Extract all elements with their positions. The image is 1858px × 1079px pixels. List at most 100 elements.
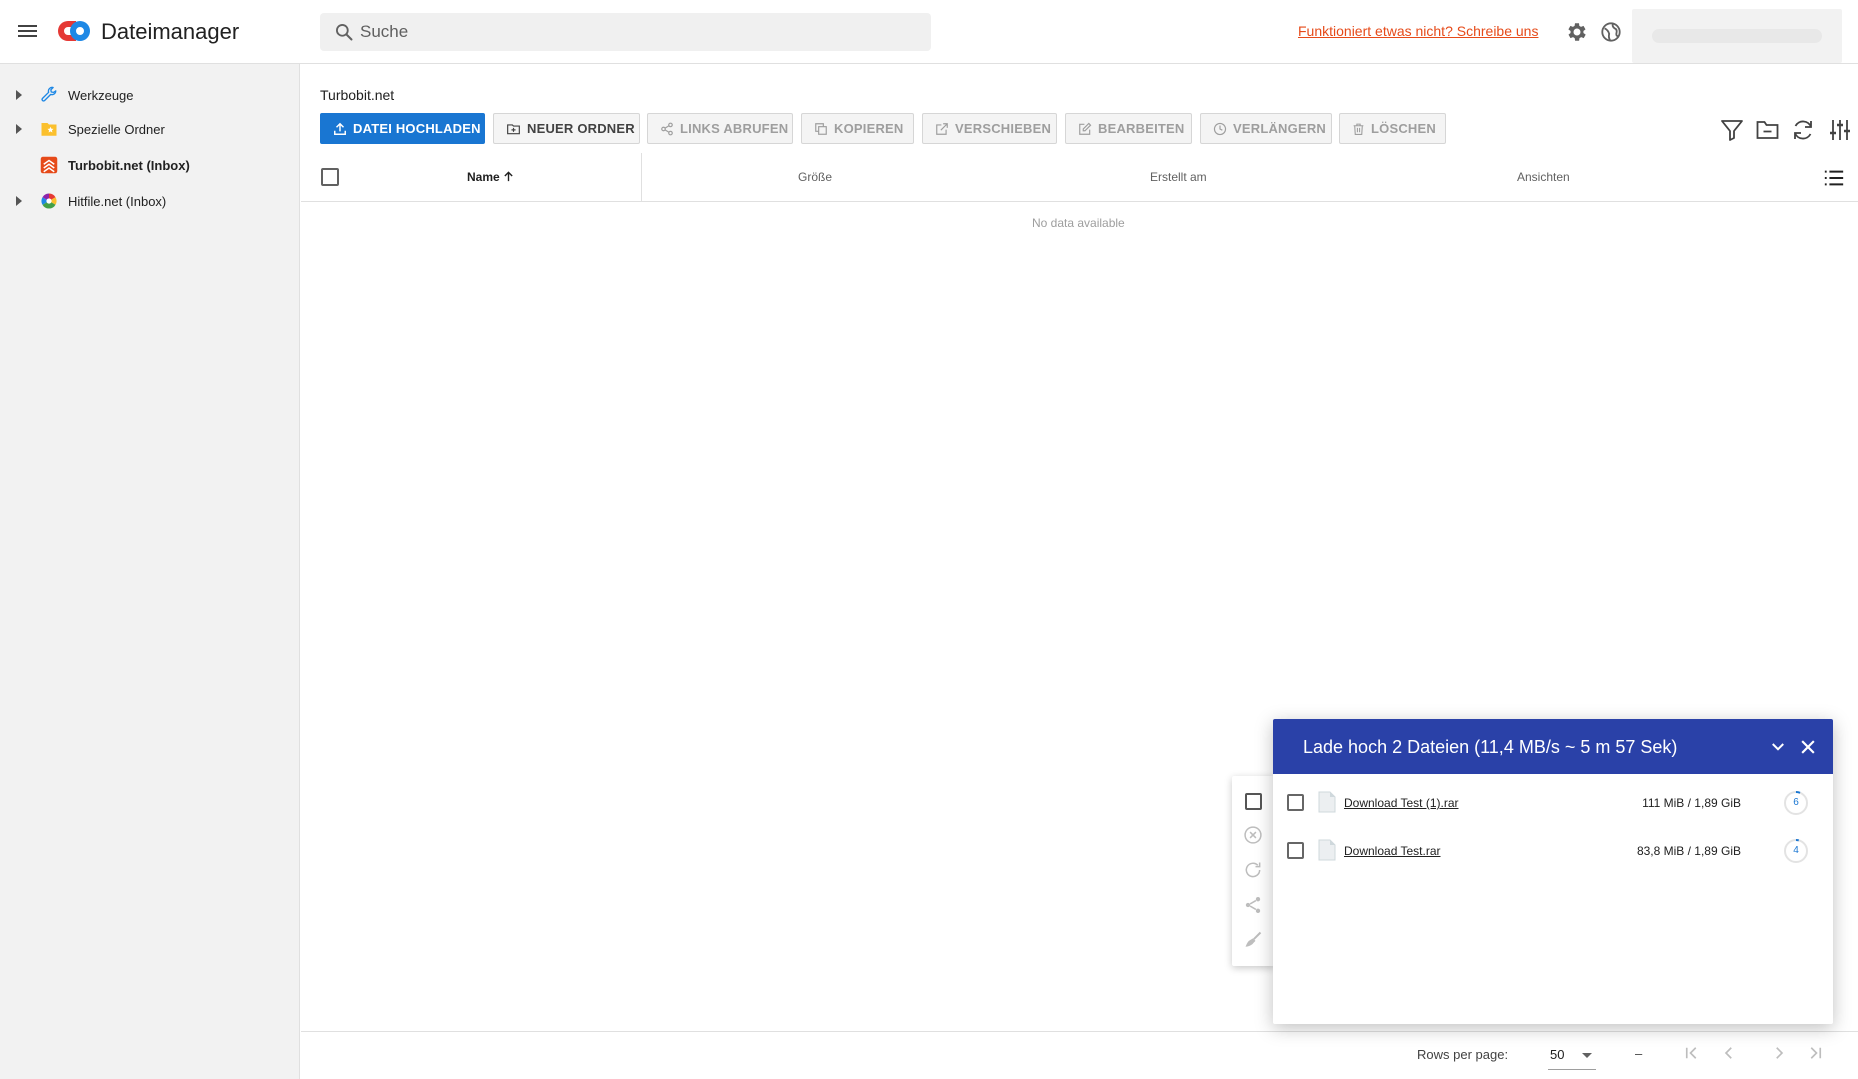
upload-item-checkbox[interactable]	[1287, 794, 1304, 811]
file-icon	[1318, 791, 1336, 813]
sort-ascending-icon	[504, 171, 513, 182]
sidebar: Werkzeuge Spezielle Ordner Turbobit.net …	[0, 64, 300, 1079]
upload-item: Download Test.rar 83,8 MiB / 1,89 GiB 4	[1273, 827, 1833, 875]
sidebar-item-label: Hitfile.net (Inbox)	[68, 194, 167, 209]
hitfile-icon	[41, 193, 57, 209]
sidebar-item-label: Spezielle Ordner	[68, 122, 165, 137]
empty-table-message: No data available	[1032, 216, 1125, 230]
top-bar: Dateimanager Funktioniert etwas nicht? S…	[0, 0, 1858, 64]
sidebar-item-label: Turbobit.net (Inbox)	[68, 158, 190, 173]
external-link-icon	[936, 122, 948, 135]
sidebar-item-spezielle-ordner[interactable]: Spezielle Ordner	[0, 114, 299, 144]
globe-icon[interactable]	[1600, 21, 1622, 43]
chevron-down-icon[interactable]	[1769, 738, 1787, 756]
breadcrumb[interactable]: Turbobit.net	[320, 87, 394, 103]
clear-brush-icon[interactable]	[1243, 930, 1263, 950]
copy-button[interactable]: KOPIEREN	[801, 113, 914, 144]
upload-item: Download Test (1).rar 111 MiB / 1,89 GiB…	[1273, 779, 1833, 827]
star-folder-icon	[41, 123, 57, 136]
gear-icon[interactable]	[1565, 20, 1589, 44]
upload-file-name[interactable]: Download Test.rar	[1344, 844, 1441, 858]
new-folder-icon	[507, 123, 520, 134]
upload-side-tools	[1232, 776, 1275, 966]
column-header-created[interactable]: Erstellt am	[1150, 170, 1207, 184]
list-view-icon[interactable]	[1823, 168, 1845, 188]
upload-file-name[interactable]: Download Test (1).rar	[1344, 796, 1459, 810]
upload-icon	[334, 122, 346, 135]
app-logo-icon	[58, 21, 90, 41]
filter-icon[interactable]	[1720, 118, 1744, 142]
search-bar[interactable]	[320, 13, 931, 51]
upload-progress-value: 4	[1793, 845, 1799, 856]
column-header-name-label: Name	[467, 170, 500, 184]
select-all-uploads-checkbox[interactable]	[1245, 793, 1262, 810]
column-resizer[interactable]	[641, 153, 642, 202]
wrench-icon	[41, 86, 57, 102]
blurred-account-name	[1652, 29, 1822, 43]
retry-icon[interactable]	[1243, 860, 1263, 880]
trash-icon	[1353, 123, 1364, 135]
refresh-icon[interactable]	[1791, 118, 1815, 142]
account-area[interactable]	[1632, 9, 1842, 63]
edit-icon	[1079, 122, 1092, 135]
upload-file-label: DATEI HOCHLADEN	[353, 121, 481, 136]
search-icon	[336, 24, 353, 41]
extend-label: VERLÄNGERN	[1233, 121, 1327, 136]
extend-button[interactable]: VERLÄNGERN	[1200, 113, 1332, 144]
column-settings-icon[interactable]	[1828, 118, 1852, 142]
move-label: VERSCHIEBEN	[955, 121, 1052, 136]
folder-minus-icon[interactable]	[1755, 118, 1780, 142]
next-page-icon[interactable]	[1770, 1044, 1788, 1062]
hamburger-menu-icon[interactable]	[16, 20, 40, 44]
dropdown-arrow-icon	[1582, 1053, 1592, 1058]
expand-caret-icon[interactable]	[16, 124, 22, 134]
column-header-views[interactable]: Ansichten	[1517, 170, 1570, 184]
expand-caret-icon[interactable]	[16, 196, 22, 206]
select-all-checkbox[interactable]	[321, 168, 339, 186]
column-header-name[interactable]: Name	[467, 170, 514, 184]
new-folder-label: NEUER ORDNER	[527, 121, 635, 136]
edit-button[interactable]: BEARBEITEN	[1065, 113, 1192, 144]
copy-icon	[815, 122, 827, 135]
previous-page-icon[interactable]	[1720, 1044, 1738, 1062]
get-links-label: LINKS ABRUFEN	[680, 121, 789, 136]
move-button[interactable]: VERSCHIEBEN	[922, 113, 1057, 144]
turbobit-icon	[40, 156, 58, 174]
sidebar-item-hitfile[interactable]: Hitfile.net (Inbox)	[0, 186, 299, 216]
upload-file-size: 83,8 MiB / 1,89 GiB	[1636, 844, 1741, 858]
share-icon[interactable]	[1243, 895, 1263, 915]
upload-status-title: Lade hoch 2 Dateien (11,4 MB/s ~ 5 m 57 …	[1303, 737, 1678, 757]
rows-per-page-label: Rows per page:	[1417, 1047, 1509, 1062]
page-range: –	[1635, 1046, 1643, 1061]
upload-panel: Lade hoch 2 Dateien (11,4 MB/s ~ 5 m 57 …	[1273, 719, 1833, 1024]
upload-progress-indicator: 6	[1783, 790, 1809, 816]
edit-label: BEARBEITEN	[1098, 121, 1185, 136]
upload-item-checkbox[interactable]	[1287, 842, 1304, 859]
upload-panel-header: Lade hoch 2 Dateien (11,4 MB/s ~ 5 m 57 …	[1273, 719, 1833, 774]
share-icon	[661, 122, 673, 135]
upload-progress-value: 6	[1793, 797, 1799, 808]
first-page-icon[interactable]	[1683, 1044, 1701, 1062]
upload-file-button[interactable]: DATEI HOCHLADEN	[320, 113, 485, 144]
upload-file-size: 111 MiB / 1,89 GiB	[1642, 796, 1741, 810]
copy-label: KOPIEREN	[834, 121, 904, 136]
feedback-link[interactable]: Funktioniert etwas nicht? Schreibe uns	[1298, 23, 1538, 39]
table-header: Name Größe Erstellt am Ansichten	[301, 153, 1858, 202]
sidebar-item-werkzeuge[interactable]: Werkzeuge	[0, 80, 299, 110]
last-page-icon[interactable]	[1806, 1044, 1824, 1062]
new-folder-button[interactable]: NEUER ORDNER	[493, 113, 640, 144]
close-icon[interactable]	[1798, 737, 1818, 757]
search-input[interactable]	[360, 13, 920, 51]
sidebar-item-turbobit[interactable]: Turbobit.net (Inbox)	[0, 150, 299, 180]
delete-label: LÖSCHEN	[1371, 121, 1436, 136]
clock-icon	[1213, 122, 1227, 135]
column-header-size[interactable]: Größe	[798, 170, 832, 184]
file-icon	[1318, 839, 1336, 861]
cancel-icon[interactable]	[1243, 825, 1263, 845]
get-links-button[interactable]: LINKS ABRUFEN	[647, 113, 793, 144]
sidebar-item-label: Werkzeuge	[68, 88, 134, 103]
delete-button[interactable]: LÖSCHEN	[1339, 113, 1446, 144]
upload-progress-indicator: 4	[1783, 838, 1809, 864]
rows-per-page-select[interactable]: 50	[1548, 1040, 1596, 1070]
expand-caret-icon[interactable]	[16, 90, 22, 100]
